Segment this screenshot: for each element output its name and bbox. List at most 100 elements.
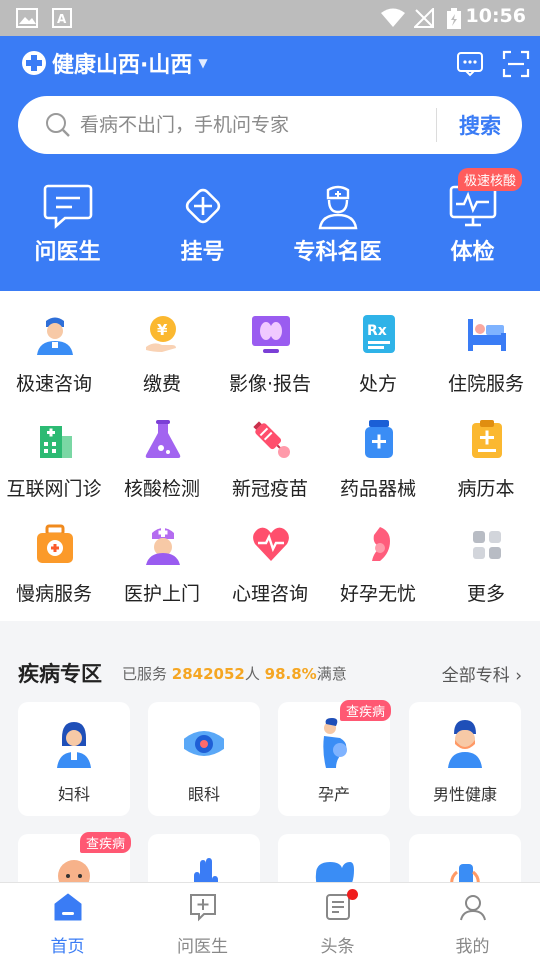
service-online-clinic[interactable]: 互联网门诊 [0, 396, 108, 500]
caret-down-icon: ▼ [198, 56, 208, 70]
first-aid-kit-icon [37, 524, 73, 563]
clock: 10:56 [465, 5, 526, 27]
service-label: 处方 [358, 373, 397, 395]
xray-monitor-icon [252, 316, 290, 353]
tab-home[interactable]: 首页 [0, 883, 135, 960]
search-button[interactable]: 搜索 [438, 96, 522, 154]
service-label: 住院服务 [447, 373, 524, 395]
service-inpatient[interactable]: 住院服务 [432, 291, 540, 395]
service-covid-vaccine[interactable]: 新冠疫苗 [216, 396, 324, 500]
search-divider [436, 108, 437, 142]
scan-icon[interactable] [502, 50, 530, 78]
signal-off-icon [414, 8, 434, 28]
all-specialties-link[interactable]: 全部专科 › [442, 661, 522, 686]
tab-ask-doctor[interactable]: 问医生 [135, 883, 270, 960]
bottom-tab-bar: 首页 问医生 头条 我的 [0, 882, 540, 960]
app-title: 健康山西·山西 [52, 53, 193, 78]
quick-nav-specialists[interactable]: 专科名医 [270, 176, 405, 276]
plus-diamond-icon [185, 188, 221, 224]
check-disease-badge: 查疾病 [339, 700, 391, 721]
service-home-care[interactable]: 医护上门 [108, 501, 216, 605]
eye-icon [184, 731, 224, 756]
medical-cross-icon [22, 51, 46, 75]
service-label: 影像·报告 [228, 373, 312, 395]
nurse-icon [37, 317, 73, 355]
wifi-icon [381, 8, 405, 27]
search-input[interactable] [80, 96, 430, 154]
service-label: 医护上门 [123, 583, 200, 605]
notification-dot [347, 889, 358, 900]
service-label: 核酸检测 [123, 478, 200, 500]
service-label: 缴费 [142, 373, 181, 395]
prescription-icon: Rx [363, 315, 395, 353]
nurse-cap-icon [146, 528, 180, 565]
specialty-label: 眼科 [187, 785, 220, 804]
flask-icon [145, 420, 181, 458]
service-label: 互联网门诊 [6, 478, 102, 500]
served-stats: 已服务 2842052人 98.8%满意 [122, 665, 347, 683]
tab-headlines[interactable]: 头条 [270, 883, 405, 960]
tab-profile[interactable]: 我的 [405, 883, 540, 960]
chat-plus-icon [190, 894, 216, 922]
quick-nav-ask-doctor[interactable]: 问医生 [0, 176, 135, 276]
service-nucleic-test[interactable]: 核酸检测 [108, 396, 216, 500]
service-label: 新冠疫苗 [231, 478, 308, 500]
doctor-icon [318, 185, 358, 230]
syringe-icon [253, 421, 290, 458]
fast-nucleic-badge: 极速核酸 [458, 168, 523, 191]
svg-text:¥: ¥ [157, 321, 168, 339]
woman-doctor-icon [57, 722, 91, 768]
tab-label: 我的 [455, 937, 490, 957]
service-chronic-care[interactable]: 慢病服务 [0, 501, 108, 605]
chat-icon [43, 184, 93, 229]
search-bar: 搜索 [18, 96, 522, 154]
quick-nav-checkup[interactable]: 体检 [405, 176, 540, 276]
home-icon [54, 893, 82, 921]
service-label: 慢病服务 [15, 583, 92, 605]
coin-hand-icon: ¥ [146, 316, 176, 352]
quick-nav: 问医生 挂号 专科名医 体检 极速核酸 [0, 168, 540, 276]
font-icon: A [52, 8, 72, 28]
hospital-bed-icon [468, 319, 506, 351]
specialty-ophthalmology[interactable]: 眼科 [148, 702, 260, 816]
check-disease-badge: 查疾病 [79, 832, 131, 853]
section-title: 疾病专区 [18, 662, 102, 686]
tab-label: 头条 [320, 937, 355, 957]
specialty-mens-health[interactable]: 男性健康 [409, 702, 521, 816]
service-medicine[interactable]: 药品器械 [324, 396, 432, 500]
service-prescription[interactable]: Rx 处方 [324, 291, 432, 395]
service-payment[interactable]: ¥ 缴费 [108, 291, 216, 395]
service-label: 心理咨询 [231, 583, 308, 605]
heart-pulse-icon [253, 527, 289, 561]
service-label: 极速咨询 [15, 373, 92, 395]
service-more[interactable]: 更多 [432, 501, 540, 605]
profile-icon [460, 895, 486, 921]
svg-text:Rx: Rx [367, 323, 387, 339]
medicine-bottle-icon [365, 420, 393, 458]
header: 健康山西·山西 ▼ 搜索 问医生 挂号 专科名医 体检 极速核酸 [0, 36, 540, 291]
service-label: 病历本 [457, 478, 515, 500]
service-imaging-report[interactable]: 影像·报告 [216, 291, 324, 395]
service-medical-record[interactable]: 病历本 [432, 396, 540, 500]
specialty-label: 男性健康 [432, 785, 497, 804]
service-grid: 极速咨询 ¥ 缴费 影像·报告 Rx 处方 住院服务 互联网门诊 核酸检测 新冠… [0, 291, 540, 621]
served-count: 2842052 [171, 665, 245, 683]
quick-nav-label: 问医生 [34, 240, 101, 265]
pregnant-woman-icon [323, 718, 347, 768]
specialty-label: 孕产 [317, 785, 350, 804]
message-icon[interactable] [456, 50, 484, 78]
image-icon [16, 8, 38, 28]
location-selector[interactable]: 健康山西·山西 ▼ [22, 48, 208, 78]
specialty-label: 妇科 [57, 785, 90, 804]
service-label: 药品器械 [339, 478, 416, 500]
specialty-gynecology[interactable]: 妇科 [18, 702, 130, 816]
service-psych-consult[interactable]: 心理咨询 [216, 501, 324, 605]
service-pregnancy[interactable]: 好孕无忧 [324, 501, 432, 605]
service-fast-consult[interactable]: 极速咨询 [0, 291, 108, 395]
service-label: 好孕无忧 [339, 583, 416, 605]
specialty-obstetrics[interactable]: 孕产 查疾病 [278, 700, 391, 816]
quick-nav-register[interactable]: 挂号 [135, 176, 270, 276]
clipboard-icon [472, 420, 502, 458]
pregnancy-icon [372, 527, 390, 561]
service-label: 更多 [466, 583, 505, 605]
